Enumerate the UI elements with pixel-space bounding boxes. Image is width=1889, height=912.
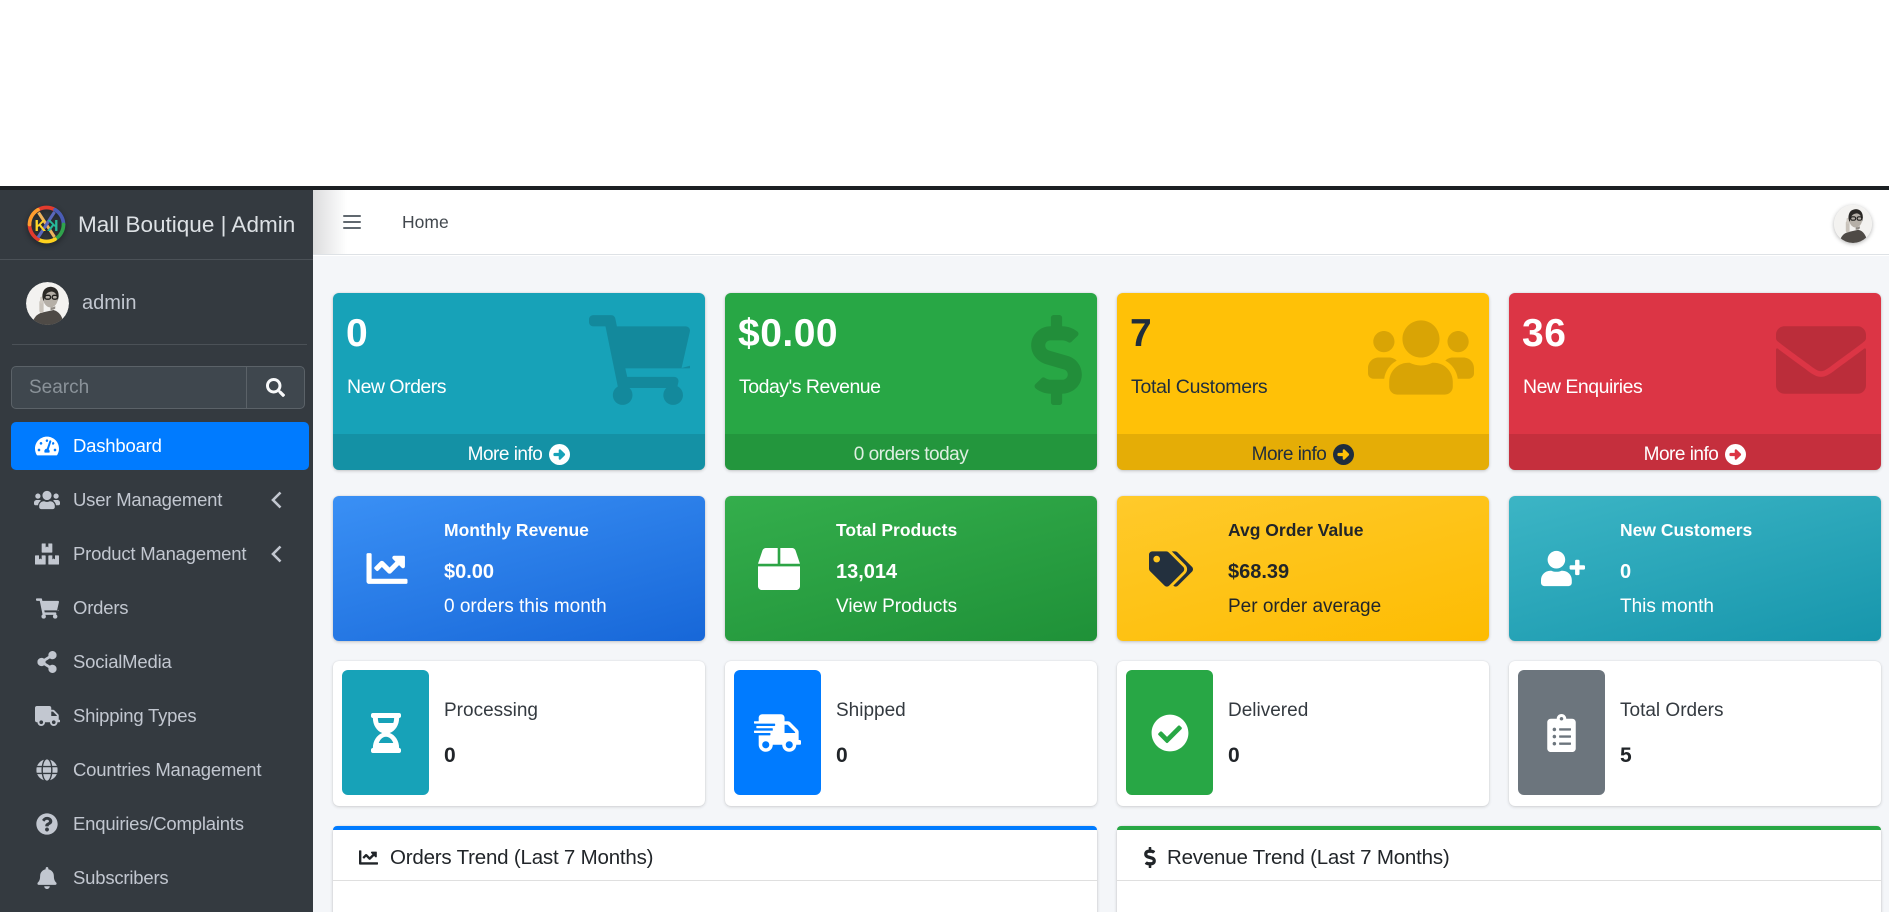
- svg-text:K: K: [35, 218, 47, 235]
- svg-text:K: K: [47, 218, 59, 235]
